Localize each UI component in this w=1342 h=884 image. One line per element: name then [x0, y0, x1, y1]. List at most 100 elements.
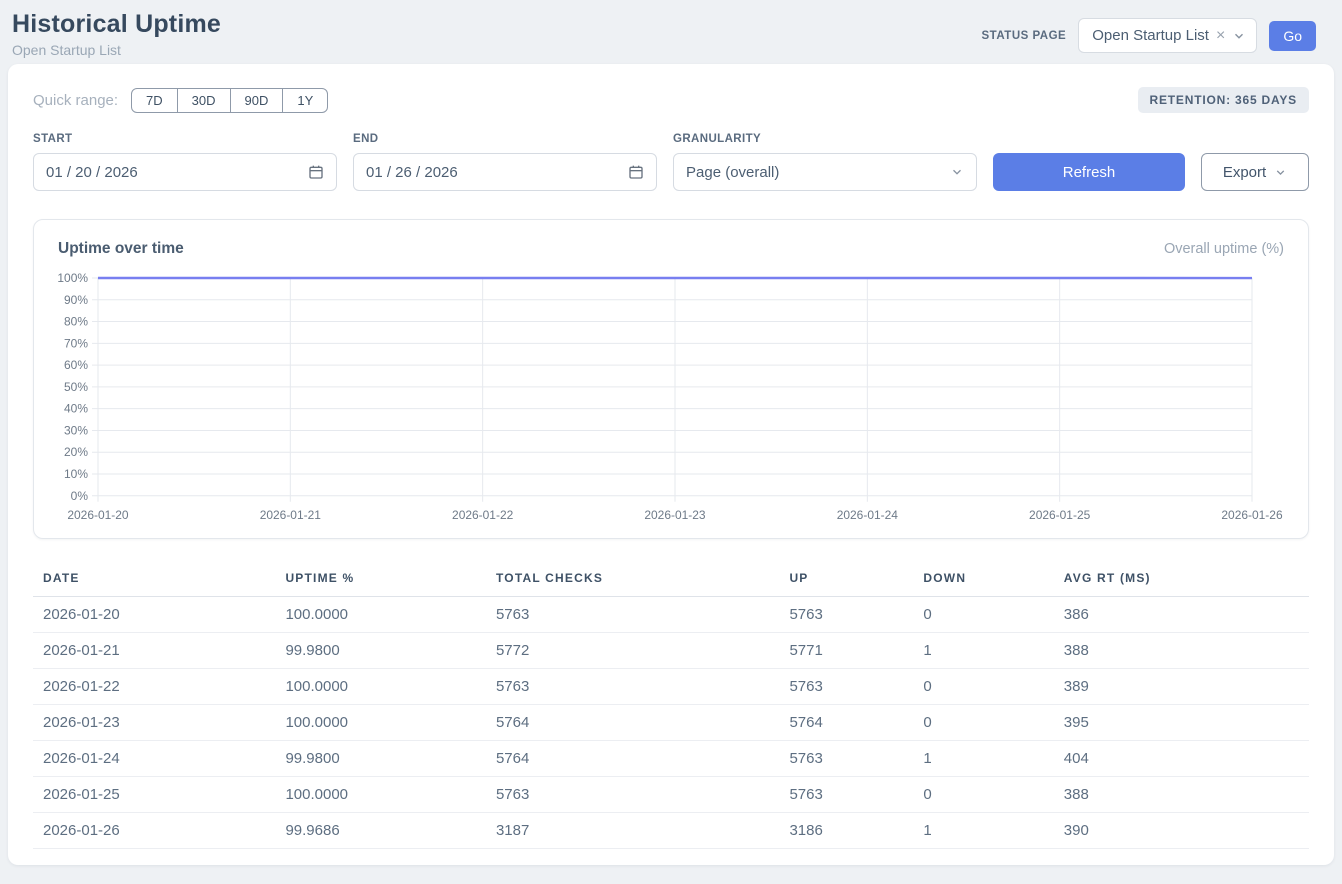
- end-date-label: END: [353, 133, 657, 145]
- cell-up: 3186: [779, 812, 913, 848]
- cell-avg-rt-ms: 395: [1054, 704, 1309, 740]
- x-axis-tick-label: 2026-01-24: [837, 508, 899, 522]
- start-date-label: START: [33, 133, 337, 145]
- cell-down: 1: [913, 740, 1053, 776]
- refresh-button[interactable]: Refresh: [993, 153, 1185, 191]
- status-page-label: STATUS PAGE: [982, 30, 1067, 42]
- start-date-input[interactable]: 01 / 20 / 2026: [33, 153, 337, 191]
- status-page-select[interactable]: Open Startup List ×: [1078, 18, 1257, 53]
- y-axis-tick-label: 40%: [64, 402, 88, 416]
- cell-down: 0: [913, 776, 1053, 812]
- chart-header: Uptime over time Overall uptime (%): [58, 240, 1284, 258]
- quick-range-button-7d[interactable]: 7D: [131, 88, 178, 113]
- chevron-down-icon: [950, 165, 964, 179]
- end-date-value: 01 / 26 / 2026: [366, 164, 458, 181]
- y-axis-tick-label: 100%: [57, 271, 88, 285]
- cell-total-checks: 5763: [486, 776, 779, 812]
- quick-range-button-90d[interactable]: 90D: [230, 88, 284, 113]
- chevron-down-icon: [1274, 166, 1287, 179]
- title-block: Historical Uptime Open Startup List: [12, 10, 221, 58]
- x-axis-tick-label: 2026-01-23: [644, 508, 706, 522]
- table-row: 2026-01-2699.9686318731861390: [33, 812, 1309, 848]
- column-header-date: DATE: [33, 565, 275, 597]
- top-bar: Historical Uptime Open Startup List STAT…: [0, 0, 1342, 64]
- cell-uptime: 99.9800: [275, 740, 486, 776]
- granularity-select[interactable]: Page (overall): [673, 153, 977, 191]
- export-button[interactable]: Export: [1201, 153, 1309, 191]
- column-header-avg-rt-ms: AVG RT (MS): [1054, 565, 1309, 597]
- cell-uptime: 100.0000: [275, 704, 486, 740]
- cell-up: 5763: [779, 668, 913, 704]
- start-date-value: 01 / 20 / 2026: [46, 164, 138, 181]
- table-row: 2026-01-23100.0000576457640395: [33, 704, 1309, 740]
- quick-range-button-30d[interactable]: 30D: [177, 88, 231, 113]
- x-axis-tick-label: 2026-01-22: [452, 508, 514, 522]
- filter-row: START 01 / 20 / 2026 END 01 / 26 / 2026 …: [33, 133, 1309, 191]
- table-header-row: DATEUPTIME %TOTAL CHECKSUPDOWNAVG RT (MS…: [33, 565, 1309, 597]
- cell-up: 5764: [779, 704, 913, 740]
- main-panel: Quick range: 7D30D90D1Y RETENTION: 365 D…: [8, 64, 1334, 865]
- cell-date: 2026-01-23: [33, 704, 275, 740]
- y-axis-tick-label: 50%: [64, 380, 88, 394]
- cell-uptime: 100.0000: [275, 596, 486, 632]
- table-row: 2026-01-2199.9800577257711388: [33, 632, 1309, 668]
- page-title: Historical Uptime: [12, 10, 221, 39]
- x-axis-tick-label: 2026-01-25: [1029, 508, 1091, 522]
- table-row: 2026-01-25100.0000576357630388: [33, 776, 1309, 812]
- cell-up: 5763: [779, 776, 913, 812]
- cell-uptime: 100.0000: [275, 776, 486, 812]
- chart-title: Uptime over time: [58, 240, 184, 258]
- cell-date: 2026-01-24: [33, 740, 275, 776]
- column-header-up: UP: [779, 565, 913, 597]
- cell-up: 5763: [779, 740, 913, 776]
- granularity-field-group: GRANULARITY Page (overall): [673, 133, 977, 191]
- cell-uptime: 100.0000: [275, 668, 486, 704]
- cell-uptime: 99.9686: [275, 812, 486, 848]
- start-date-field-group: START 01 / 20 / 2026: [33, 133, 337, 191]
- cell-total-checks: 5772: [486, 632, 779, 668]
- chart-legend: Overall uptime (%): [1164, 241, 1284, 257]
- cell-down: 1: [913, 812, 1053, 848]
- granularity-selected-value: Page (overall): [686, 164, 779, 181]
- cell-down: 0: [913, 704, 1053, 740]
- cell-total-checks: 3187: [486, 812, 779, 848]
- y-axis-tick-label: 60%: [64, 358, 88, 372]
- uptime-chart-card: Uptime over time Overall uptime (%) 0%10…: [33, 219, 1309, 539]
- calendar-icon[interactable]: [308, 164, 324, 180]
- x-axis-tick-label: 2026-01-26: [1221, 508, 1283, 522]
- cell-avg-rt-ms: 388: [1054, 776, 1309, 812]
- y-axis-tick-label: 10%: [64, 467, 88, 481]
- cell-avg-rt-ms: 386: [1054, 596, 1309, 632]
- quick-range-wrap: Quick range: 7D30D90D1Y: [33, 88, 328, 113]
- cell-date: 2026-01-25: [33, 776, 275, 812]
- column-header-total-checks: TOTAL CHECKS: [486, 565, 779, 597]
- status-page-controls: STATUS PAGE Open Startup List × Go: [982, 18, 1317, 53]
- cell-total-checks: 5763: [486, 668, 779, 704]
- quick-range-label: Quick range:: [33, 92, 118, 109]
- clear-selection-icon[interactable]: ×: [1216, 28, 1225, 44]
- quick-range-button-group: 7D30D90D1Y: [131, 88, 328, 113]
- calendar-icon[interactable]: [628, 164, 644, 180]
- go-button[interactable]: Go: [1269, 21, 1316, 51]
- end-date-field-group: END 01 / 26 / 2026: [353, 133, 657, 191]
- x-axis-tick-label: 2026-01-21: [260, 508, 322, 522]
- retention-badge: RETENTION: 365 DAYS: [1138, 87, 1309, 113]
- cell-avg-rt-ms: 389: [1054, 668, 1309, 704]
- cell-avg-rt-ms: 404: [1054, 740, 1309, 776]
- quick-range-button-1y[interactable]: 1Y: [282, 88, 328, 113]
- cell-total-checks: 5764: [486, 704, 779, 740]
- cell-avg-rt-ms: 388: [1054, 632, 1309, 668]
- daily-stats-table: DATEUPTIME %TOTAL CHECKSUPDOWNAVG RT (MS…: [33, 565, 1309, 849]
- cell-total-checks: 5764: [486, 740, 779, 776]
- column-header-down: DOWN: [913, 565, 1053, 597]
- cell-avg-rt-ms: 390: [1054, 812, 1309, 848]
- cell-total-checks: 5763: [486, 596, 779, 632]
- y-axis-tick-label: 20%: [64, 445, 88, 459]
- cell-date: 2026-01-21: [33, 632, 275, 668]
- cell-down: 0: [913, 668, 1053, 704]
- chevron-down-icon: [1232, 29, 1246, 43]
- end-date-input[interactable]: 01 / 26 / 2026: [353, 153, 657, 191]
- page-subtitle: Open Startup List: [12, 42, 221, 58]
- y-axis-tick-label: 70%: [64, 336, 88, 350]
- granularity-label: GRANULARITY: [673, 133, 977, 145]
